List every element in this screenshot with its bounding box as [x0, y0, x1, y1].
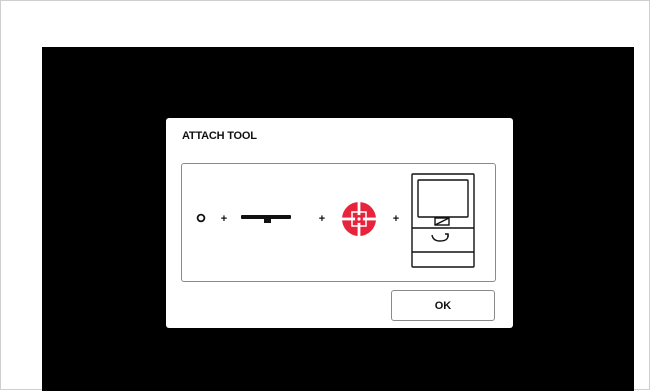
saw-blade-icon: [341, 201, 377, 237]
device-icon: [411, 173, 475, 268]
dialog-title: ATTACH TOOL: [182, 130, 257, 142]
ring-icon: [196, 213, 206, 223]
plus-separator: +: [319, 213, 325, 225]
attach-tool-diagram: + + +: [181, 163, 496, 282]
attach-tool-dialog: ATTACH TOOL + + + OK: [166, 118, 513, 328]
plus-separator: +: [393, 213, 399, 225]
blade-bar-icon: [241, 215, 291, 223]
diagram-svg: + + +: [196, 173, 475, 268]
ok-button[interactable]: OK: [391, 290, 495, 321]
window-frame: ATTACH TOOL + + + OK: [0, 0, 650, 391]
plus-separator: +: [221, 213, 227, 225]
